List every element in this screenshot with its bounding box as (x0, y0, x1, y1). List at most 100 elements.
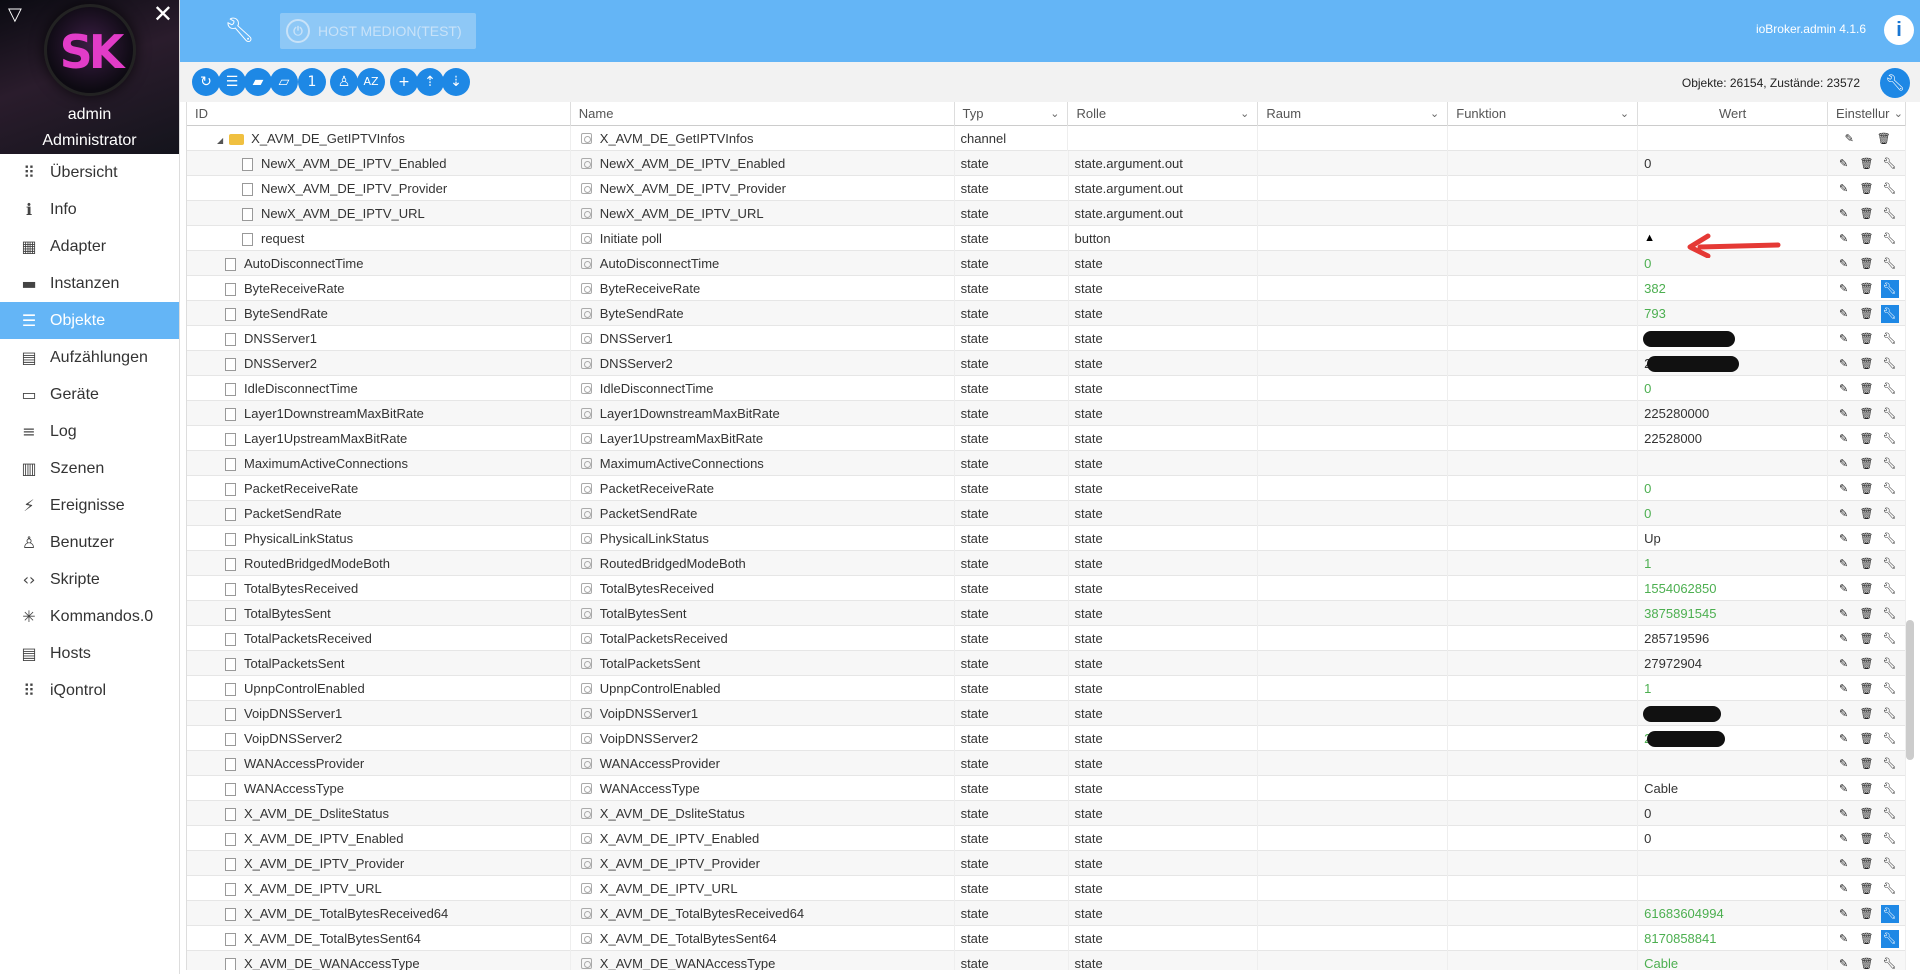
column-typ[interactable]: Typ ⌄ (955, 102, 1069, 126)
menu-triangle-icon[interactable]: ▽ (8, 4, 22, 25)
edit-icon[interactable]: ✎ (1835, 480, 1853, 498)
trash-icon[interactable]: 🗑︎ (1858, 480, 1876, 498)
trash-icon[interactable]: 🗑︎ (1858, 630, 1876, 648)
chevron-down-icon[interactable]: ⌄ (1240, 102, 1249, 126)
list-view-button[interactable]: ☰ (218, 68, 246, 96)
edit-icon[interactable]: ✎ (1835, 855, 1853, 873)
edit-icon[interactable]: ✎ (1835, 730, 1853, 748)
trash-icon[interactable]: 🗑︎ (1875, 130, 1893, 148)
sidebar-item-szenen[interactable]: ▥ Szenen (0, 450, 179, 487)
edit-icon[interactable]: ✎ (1835, 780, 1853, 798)
wrench-icon[interactable]: 🔧︎ (1881, 155, 1899, 173)
wrench-icon[interactable]: 🔧︎ (1881, 855, 1899, 873)
table-row[interactable]: ◢ X_AVM_DE_GetIPTVInfos X_AVM_DE_GetIPTVIn… (187, 126, 1906, 151)
trash-icon[interactable]: 🗑︎ (1858, 155, 1876, 173)
trash-icon[interactable]: 🗑︎ (1858, 730, 1876, 748)
wrench-icon[interactable]: 🔧︎ (1880, 279, 1899, 298)
add-button[interactable]: + (390, 68, 418, 96)
sidebar-item-info[interactable]: ℹ Info (0, 191, 179, 228)
edit-icon[interactable]: ✎ (1835, 505, 1853, 523)
trash-icon[interactable]: 🗑︎ (1858, 430, 1876, 448)
table-row[interactable]: TotalBytesSent TotalBytesSent state state 38… (187, 601, 1906, 626)
wrench-icon[interactable]: 🔧︎ (1881, 430, 1899, 448)
wrench-icon[interactable]: 🔧︎ (1881, 955, 1899, 971)
wrench-icon[interactable]: 🔧︎ (1881, 330, 1899, 348)
table-row[interactable]: RoutedBridgedModeBoth RoutedBridgedModeBo… (187, 551, 1906, 576)
table-row[interactable]: WANAccessProvider WANAccessProvider state s… (187, 751, 1906, 776)
trash-icon[interactable]: 🗑︎ (1858, 805, 1876, 823)
trash-icon[interactable]: 🗑︎ (1858, 455, 1876, 473)
wrench-icon[interactable]: 🔧︎ (1881, 505, 1899, 523)
trash-icon[interactable]: 🗑︎ (1858, 380, 1876, 398)
trash-icon[interactable]: 🗑︎ (1858, 655, 1876, 673)
table-row[interactable]: X_AVM_DE_DsliteStatus X_AVM_DE_DsliteStat… (187, 801, 1906, 826)
folder-button[interactable]: ▰ (244, 68, 272, 96)
edit-icon[interactable]: ✎ (1835, 230, 1853, 248)
table-row[interactable]: NewX_AVM_DE_IPTV_URL NewX_AVM_DE_IPTV_URL… (187, 201, 1906, 226)
edit-icon[interactable]: ✎ (1835, 805, 1853, 823)
edit-icon[interactable]: ✎ (1835, 680, 1853, 698)
wrench-icon[interactable]: 🔧︎ (1881, 355, 1899, 373)
table-row[interactable]: X_AVM_DE_TotalBytesReceived64 X_AVM_DE_To… (187, 901, 1906, 926)
edit-icon[interactable]: ✎ (1835, 380, 1853, 398)
sidebar-item-objekte[interactable]: ☰ Objekte (0, 302, 179, 339)
table-row[interactable]: Layer1UpstreamMaxBitRate Layer1UpstreamMa… (187, 426, 1906, 451)
edit-icon[interactable]: ✎ (1840, 130, 1858, 148)
wrench-icon[interactable]: 🔧︎ (1881, 380, 1899, 398)
edit-icon[interactable]: ✎ (1835, 155, 1853, 173)
edit-icon[interactable]: ✎ (1835, 405, 1853, 423)
close-icon[interactable]: ✕ (153, 0, 173, 28)
table-row[interactable]: PacketReceiveRate PacketReceiveRate state s… (187, 476, 1906, 501)
wrench-icon[interactable]: 🔧︎ (1881, 480, 1899, 498)
table-row[interactable]: NewX_AVM_DE_IPTV_Enabled NewX_AVM_DE_IPTV… (187, 151, 1906, 176)
edit-icon[interactable]: ✎ (1835, 330, 1853, 348)
trash-icon[interactable]: 🗑︎ (1858, 780, 1876, 798)
trash-icon[interactable]: 🗑︎ (1858, 930, 1876, 948)
sidebar-item-aufz-hlungen[interactable]: ▤ Aufzählungen (0, 339, 179, 376)
edit-icon[interactable]: ✎ (1835, 205, 1853, 223)
edit-icon[interactable]: ✎ (1835, 530, 1853, 548)
table-row[interactable]: IdleDisconnectTime IdleDisconnectTime stat… (187, 376, 1906, 401)
folder-open-button[interactable]: ▱ (270, 68, 298, 96)
table-row[interactable]: UpnpControlEnabled UpnpControlEnabled stat… (187, 676, 1906, 701)
trash-icon[interactable]: 🗑︎ (1858, 880, 1876, 898)
trash-icon[interactable]: 🗑︎ (1858, 855, 1876, 873)
wrench-icon[interactable]: 🔧︎ (1881, 255, 1899, 273)
table-row[interactable]: ByteSendRate ByteSendRate state state 793 ✎ 🗑︎… (187, 301, 1906, 326)
trash-icon[interactable]: 🗑︎ (1858, 755, 1876, 773)
trash-icon[interactable]: 🗑︎ (1858, 680, 1876, 698)
trash-icon[interactable]: 🗑︎ (1858, 180, 1876, 198)
wrench-icon[interactable]: 🔧︎ (1881, 230, 1899, 248)
wrench-icon[interactable]: 🔧︎ (1881, 455, 1899, 473)
table-row[interactable]: X_AVM_DE_IPTV_URL X_AVM_DE_IPTV_URL state s… (187, 876, 1906, 901)
edit-icon[interactable]: ✎ (1835, 905, 1853, 923)
wrench-icon[interactable]: 🔧︎ (1881, 405, 1899, 423)
sidebar-item-log[interactable]: ≡ Log (0, 413, 179, 450)
wrench-icon[interactable]: 🔧︎ (1881, 730, 1899, 748)
wrench-icon[interactable]: 🔧︎ (1881, 830, 1899, 848)
edit-icon[interactable]: ✎ (1835, 280, 1853, 298)
upload-button[interactable]: ⇡ (416, 68, 444, 96)
trash-icon[interactable]: 🗑︎ (1858, 205, 1876, 223)
one-button[interactable]: 1 (298, 68, 326, 96)
wrench-icon[interactable]: 🔧︎ (1881, 530, 1899, 548)
column-einstellungen[interactable]: Einstellur ⌄ (1828, 102, 1906, 126)
trash-icon[interactable]: 🗑︎ (1858, 305, 1876, 323)
sidebar-item-ereignisse[interactable]: ⚡ Ereignisse (0, 487, 179, 524)
wrench-icon[interactable]: 🔧︎ (1881, 705, 1899, 723)
wrench-icon[interactable]: 🔧︎ (1881, 880, 1899, 898)
trash-icon[interactable]: 🗑︎ (1858, 505, 1876, 523)
table-row[interactable]: TotalPacketsSent TotalPacketsSent state sta… (187, 651, 1906, 676)
refresh-button[interactable]: ↻ (192, 68, 220, 96)
wrench-icon[interactable]: 🔧︎ (1880, 929, 1899, 948)
wrench-icon[interactable]: 🔧︎ (1881, 680, 1899, 698)
sidebar-item-iqontrol[interactable]: ⠿ iQontrol (0, 672, 179, 709)
trash-icon[interactable]: 🗑︎ (1858, 405, 1876, 423)
table-row[interactable]: PhysicalLinkStatus PhysicalLinkStatus stat… (187, 526, 1906, 551)
sort-az-button[interactable]: AZ (357, 68, 385, 96)
sidebar-item-hosts[interactable]: ▤ Hosts (0, 635, 179, 672)
host-selector-button[interactable]: ⏻ HOST MEDION(TEST) (280, 13, 476, 49)
table-row[interactable]: ByteReceiveRate ByteReceiveRate state state… (187, 276, 1906, 301)
wrench-icon[interactable]: 🔧︎ (1881, 805, 1899, 823)
download-button[interactable]: ⇣ (442, 68, 470, 96)
